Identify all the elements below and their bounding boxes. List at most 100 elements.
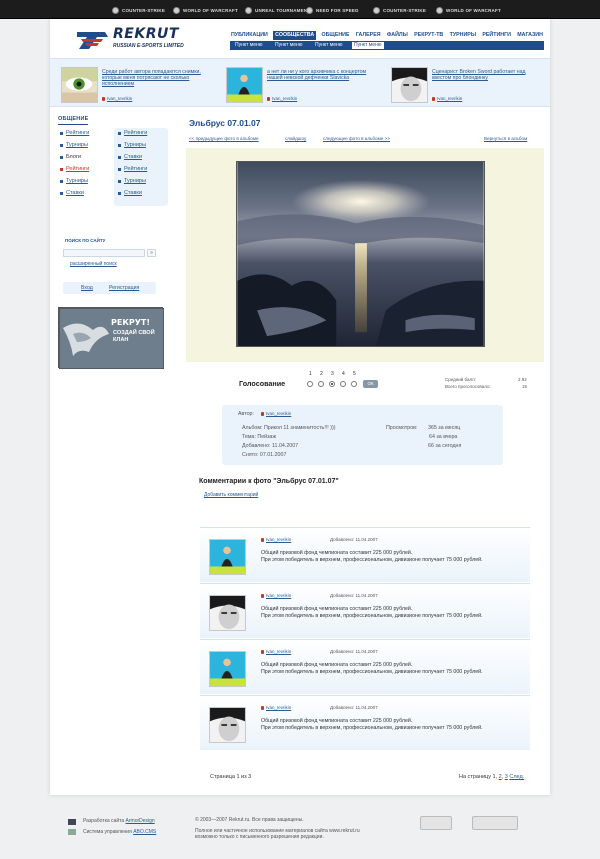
auth-box: Вход Регистрация — [63, 282, 156, 294]
back-to-album-link[interactable]: Вернуться в альбом — [484, 136, 527, 141]
comment-item: Ivan_Ievrikin Добавлено: 11.04.2007 Общи… — [200, 583, 530, 638]
community-item-ratings-active[interactable]: Рейтинги — [66, 166, 89, 172]
submenu-item-bets[interactable]: Ставки — [124, 154, 142, 160]
teaser-thumbnail-eye[interactable] — [61, 67, 98, 103]
usage-notice-2: возможно только с письменного разрешения… — [195, 834, 324, 840]
submenu-item-ratings-2[interactable]: Рейтинги — [124, 166, 147, 172]
clan-banner[interactable]: РЕКРУТ! СОЗДАЙ СВОЙ КЛАН — [58, 307, 164, 369]
game-link-world-of-warcraft-2[interactable]: WORLD OF WARCRAFT — [436, 6, 501, 14]
bullet-icon — [60, 132, 63, 135]
game-link-unreal-tournament[interactable]: UNREAL TOURNAMENT — [245, 6, 310, 14]
teaser-text[interactable]: Среди работ автора попадаются снимки, ко… — [102, 69, 210, 88]
counter-badge-1[interactable] — [420, 816, 452, 830]
game-link-world-of-warcraft[interactable]: WORLD OF WARCRAFT — [173, 6, 238, 14]
logo-mark-icon — [77, 32, 108, 49]
nav-item-files[interactable]: ФАЙЛЫ — [386, 31, 409, 40]
vote-radio-5[interactable] — [351, 381, 357, 387]
counter-badge-2[interactable] — [472, 816, 518, 830]
game-link-counter-strike-2[interactable]: COUNTER-STRIKE — [373, 6, 426, 14]
community-item-ratings[interactable]: Рейтинги — [66, 130, 89, 136]
left-sidebar: ОБЩЕНИЕ Рейтинги Турниры Блоги Рейтинги … — [58, 116, 168, 369]
submenu-item-tournaments-2[interactable]: Турниры — [124, 178, 146, 184]
pager-next[interactable]: След. — [509, 774, 524, 780]
vote-radio-4[interactable] — [340, 381, 346, 387]
game-link-need-for-speed[interactable]: NEED FOR SPEED — [306, 6, 359, 14]
subnav-item[interactable]: Пункт меню — [233, 42, 265, 49]
views-yesterday: 64 за вчера — [429, 434, 458, 440]
nav-item-publications[interactable]: ПУБЛИКАЦИИ — [230, 31, 269, 40]
banner-title: РЕКРУТ! — [111, 318, 151, 327]
author-link[interactable]: Ivan_Ievrikin — [261, 411, 291, 416]
comment-avatar[interactable] — [209, 651, 246, 687]
dev-credit: Разработка сайта ArmorDesign — [83, 818, 155, 824]
nav-item-communities[interactable]: СООБЩЕСТВА — [273, 31, 317, 40]
nav-item-tournaments[interactable]: ТУРНИРЫ — [449, 31, 477, 40]
advanced-search-link[interactable]: расширенный поиск — [70, 261, 117, 267]
nav-item-chat[interactable]: ОБЩЕНИЕ — [321, 31, 351, 40]
comment-avatar[interactable] — [209, 539, 246, 575]
prev-photo-link[interactable]: << предыдущее фото в альбоме — [189, 136, 259, 141]
nav-item-gallery[interactable]: ГАЛЕРЕЯ — [355, 31, 382, 40]
community-item-bets[interactable]: Ставки — [66, 190, 84, 196]
comment-author[interactable]: Ivan_Ievrikin — [261, 537, 291, 542]
bullet-icon — [118, 156, 121, 159]
subnav-item[interactable]: Пункт меню — [273, 42, 305, 49]
pager-page-2[interactable]: 2 — [499, 774, 502, 780]
community-item-tournaments[interactable]: Турниры — [66, 142, 88, 148]
shot-info: Снято: 07.01.2007 — [242, 452, 287, 458]
submenu-item-ratings[interactable]: Рейтинги — [124, 130, 147, 136]
vote-number: 3 — [331, 371, 334, 377]
cms-link[interactable]: ABO.CMS — [133, 829, 156, 835]
teaser-author[interactable]: Ivan_Ievrikin — [267, 96, 297, 101]
teaser-item: Сценарист Broken Sword работает над квес… — [391, 67, 541, 103]
dev-link[interactable]: ArmorDesign — [126, 818, 155, 824]
teaser-text[interactable]: Сценарист Broken Sword работает над квес… — [432, 69, 540, 81]
cms-credit: Система управления ABO.CMS — [83, 829, 157, 835]
main-photo[interactable] — [236, 161, 485, 347]
nav-item-rekrut-tv[interactable]: РЕКРУТ-ТВ — [413, 31, 444, 40]
search-input[interactable] — [63, 249, 145, 257]
comment-author[interactable]: Ivan_Ievrikin — [261, 593, 291, 598]
site-logo[interactable]: REKRUT RUSSIAN E-SPORTS LIMITED — [75, 26, 185, 55]
nav-item-ratings[interactable]: РЕЙТИНГИ — [481, 31, 512, 40]
average-label: Средний балл: — [445, 377, 477, 382]
next-photo-link[interactable]: следующее фото в альбоме >> — [323, 136, 390, 141]
game-icon — [245, 6, 252, 14]
community-item-blogs[interactable]: Блоги — [66, 154, 81, 160]
submenu-item-tournaments[interactable]: Турниры — [124, 142, 146, 148]
comment-avatar[interactable] — [209, 707, 246, 743]
add-comment-link[interactable]: Добавить комментарий — [204, 492, 258, 498]
vote-submit-button[interactable]: ОК — [363, 380, 378, 388]
pager-page-3[interactable]: 3 — [505, 774, 508, 780]
comment-avatar[interactable] — [209, 595, 246, 631]
register-link[interactable]: Регистрация — [109, 285, 139, 291]
slideshow-link[interactable]: слайдшоу — [285, 136, 306, 141]
community-item-tournaments-2[interactable]: Турниры — [66, 178, 88, 184]
subnav-item[interactable]: Пункт меню — [313, 42, 345, 49]
game-link-counter-strike[interactable]: COUNTER-STRIKE — [112, 6, 165, 14]
game-icon — [436, 6, 443, 14]
teaser-text[interactable]: а нет ли ни у кого архивчика с концертом… — [267, 69, 375, 81]
comment-author[interactable]: Ivan_Ievrikin — [261, 649, 291, 654]
vote-radio-1[interactable] — [307, 381, 313, 387]
vote-radio-3[interactable] — [329, 381, 335, 387]
submenu-item-bets-2[interactable]: Ставки — [124, 190, 142, 196]
search-button[interactable]: » — [147, 249, 156, 257]
album-info: Альбом: Прикол 11 знаменитость!!! ))) — [242, 425, 336, 431]
voting-title: Голосование — [239, 379, 286, 388]
comment-text: Общий призовой фонд чемпионата составит … — [261, 718, 483, 731]
vote-radio-2[interactable] — [318, 381, 324, 387]
teaser-thumbnail-face[interactable] — [391, 67, 428, 103]
subnav-item-active[interactable]: Пункт меню — [352, 42, 384, 49]
nav-item-shop[interactable]: МАГАЗИН — [516, 31, 544, 40]
pager-page-1[interactable]: 1 — [493, 774, 496, 780]
user-icon — [261, 705, 264, 710]
user-icon — [261, 537, 264, 542]
teaser-thumbnail-girl[interactable] — [226, 67, 263, 103]
teaser-author[interactable]: Ivan_Ievrikin — [102, 96, 132, 101]
game-icon — [173, 6, 180, 14]
bullet-icon — [118, 132, 121, 135]
comment-author[interactable]: Ivan_Ievrikin — [261, 705, 291, 710]
teaser-author[interactable]: Ivan_Ievrikin — [432, 96, 462, 101]
login-link[interactable]: Вход — [81, 285, 93, 291]
